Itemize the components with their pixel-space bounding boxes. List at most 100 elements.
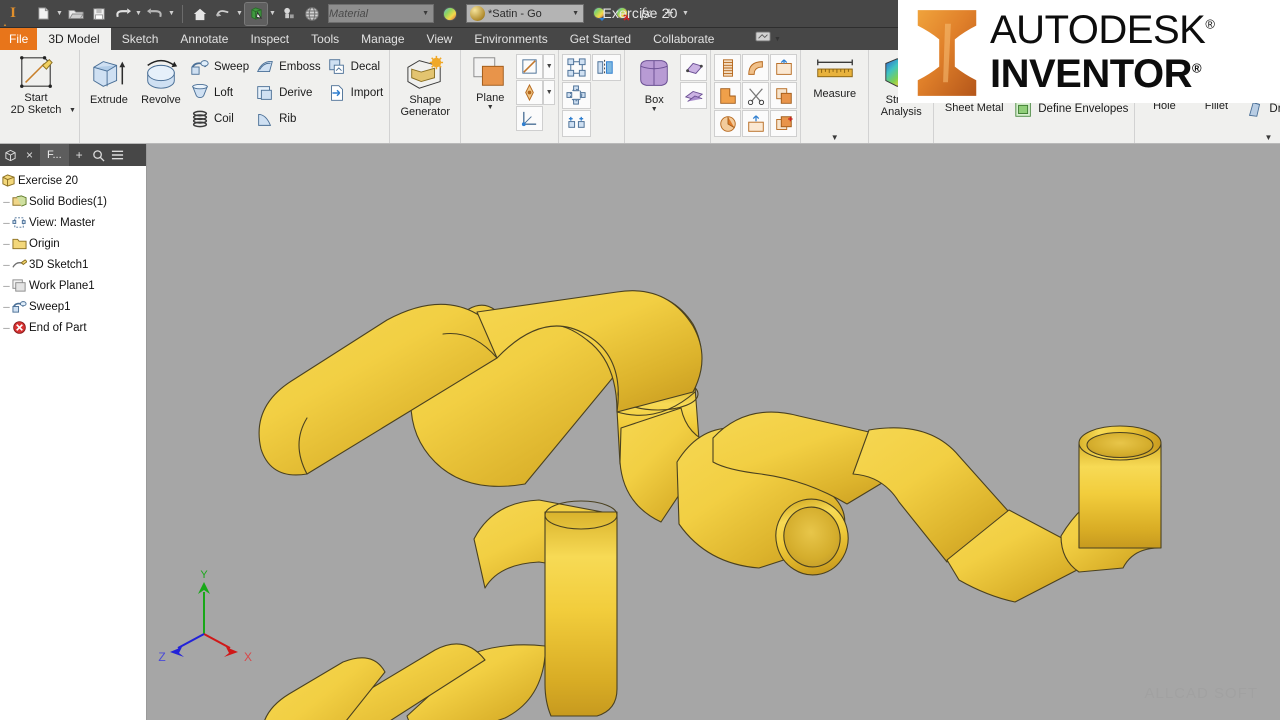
face-draft-button[interactable] [714, 82, 742, 109]
graphics-viewport[interactable]: Y X Z ALLCAD SOFT [147, 144, 1280, 720]
appearance-caret-icon[interactable]: ▼ [568, 10, 583, 17]
globe-icon[interactable] [301, 3, 323, 25]
browser-tab[interactable]: F... [40, 144, 69, 166]
thread-button[interactable] [714, 54, 742, 81]
work-point-caret-icon[interactable]: ▼ [543, 80, 556, 105]
tab-get-started[interactable]: Get Started [559, 28, 642, 50]
derive-button[interactable]: Derive [252, 80, 324, 105]
model-cube-icon[interactable] [2, 146, 19, 164]
tree-item-solid-bodies[interactable]: ─ Solid Bodies(1) [0, 191, 146, 212]
sketch-driven-pattern-button[interactable] [562, 110, 592, 137]
add-to-qat-icon[interactable]: + [658, 3, 680, 25]
ucs-button[interactable] [516, 106, 544, 131]
appearance-sphere-icon[interactable] [439, 3, 461, 25]
search-icon[interactable] [90, 146, 107, 164]
tree-item-exercise-20[interactable]: Exercise 20 [0, 170, 146, 191]
decal-button[interactable]: Decal [324, 54, 387, 79]
move-face-button[interactable] [742, 110, 770, 137]
swept-pipe-model[interactable]: Y X Z [147, 144, 1280, 720]
select-priority-icon[interactable] [278, 3, 300, 25]
ribbon-display-caret-icon[interactable]: ▼ [774, 36, 781, 43]
box-button[interactable]: Box ▼ [628, 52, 680, 113]
tree-item-end-of-part[interactable]: ─ End of Part [0, 317, 146, 338]
freeform-edit-button[interactable] [680, 82, 708, 109]
measure-button[interactable]: Measure [804, 52, 865, 100]
loft-button[interactable]: Loft [187, 80, 252, 105]
shell-button[interactable] [742, 54, 770, 81]
clear-appearance-icon[interactable] [612, 3, 634, 25]
tab-inspect[interactable]: Inspect [239, 28, 300, 50]
redo-caret-icon[interactable]: ▼ [167, 3, 176, 25]
hamburger-menu-icon[interactable] [109, 146, 126, 164]
tab-manage[interactable]: Manage [350, 28, 415, 50]
tab-collaborate[interactable]: Collaborate [642, 28, 725, 50]
rib-button[interactable]: Rib [252, 106, 324, 131]
plane-button[interactable]: Plane ▼ [464, 52, 516, 111]
tab-environments[interactable]: Environments [463, 28, 558, 50]
extrude-button[interactable]: Extrude [83, 52, 135, 106]
floppy-save-icon[interactable] [88, 3, 110, 25]
new-document-icon[interactable] [32, 3, 54, 25]
modify-grid [714, 52, 798, 137]
create-small-col-1: Sweep Loft Coil [187, 52, 252, 131]
measure-panel-caret-icon[interactable]: ▼ [831, 133, 839, 142]
tree-item-view-master[interactable]: ─ View: Master [0, 212, 146, 233]
tab-tools[interactable]: Tools [300, 28, 350, 50]
import-button[interactable]: Import [324, 80, 387, 105]
mirror-button[interactable] [592, 54, 622, 81]
update-green-box-icon[interactable] [244, 1, 268, 26]
tree-item-3d-sketch1[interactable]: ─ 3D Sketch1 [0, 254, 146, 275]
tab-3d-model[interactable]: 3D Model [37, 28, 111, 50]
rectangular-pattern-button[interactable] [562, 54, 592, 81]
undo-arrow-icon[interactable] [111, 3, 133, 25]
qat-overflow-caret-icon[interactable]: ▼ [681, 3, 690, 25]
start-2d-sketch-button[interactable]: Start 2D Sketch [3, 52, 69, 116]
redo-arrow-icon[interactable] [144, 3, 166, 25]
sweep-button[interactable]: Sweep [187, 54, 252, 79]
tab-annotate[interactable]: Annotate [169, 28, 239, 50]
freeform-face-button[interactable] [680, 54, 708, 81]
shape-generator-button[interactable]: Shape Generator [393, 52, 457, 118]
revolve-button[interactable]: Revolve [135, 52, 187, 106]
tree-item-origin[interactable]: ─ Origin [0, 233, 146, 254]
open-folder-icon[interactable] [65, 3, 87, 25]
direct-edit-button[interactable] [770, 54, 798, 81]
modify-panel-caret-icon[interactable]: ▼ [1264, 133, 1272, 142]
tree-connector: ─ [3, 238, 10, 249]
tree-item-work-plane1[interactable]: ─ Work Plane1 [0, 275, 146, 296]
home-icon[interactable] [189, 3, 211, 25]
work-axis-caret-icon[interactable]: ▼ [543, 54, 556, 79]
appearance-dropdown[interactable]: *Satin - Go ▼ [466, 4, 584, 23]
delete-face-button[interactable] [714, 110, 742, 137]
work-axis-button[interactable] [516, 54, 544, 79]
return-icon[interactable] [212, 3, 234, 25]
new-document-caret-icon[interactable]: ▼ [55, 3, 64, 25]
work-axis-row: ▼ [516, 54, 556, 79]
split-button[interactable] [742, 82, 770, 109]
copy-object-button[interactable] [770, 110, 798, 137]
material-caret-icon[interactable]: ▼ [418, 10, 433, 17]
plane-caret-icon[interactable]: ▼ [487, 104, 494, 111]
circular-pattern-button[interactable] [562, 82, 592, 109]
return-caret-icon[interactable]: ▼ [235, 3, 244, 25]
combine-button[interactable] [770, 82, 798, 109]
tab-view[interactable]: View [416, 28, 464, 50]
update-caret-icon[interactable]: ▼ [268, 3, 277, 25]
undo-caret-icon[interactable]: ▼ [134, 3, 143, 25]
work-point-button[interactable] [516, 80, 544, 105]
3d-sketch-icon [11, 257, 27, 273]
coil-label: Coil [213, 112, 234, 125]
adjust-appearance-icon[interactable] [589, 3, 611, 25]
material-dropdown[interactable]: Material ▼ [328, 4, 434, 23]
coil-button[interactable]: Coil [187, 106, 252, 131]
add-icon[interactable]: + [71, 146, 88, 164]
close-icon[interactable]: × [21, 146, 38, 164]
tab-sketch[interactable]: Sketch [111, 28, 170, 50]
tree-item-sweep1[interactable]: ─ Sweep1 [0, 296, 146, 317]
parameters-fx-icon[interactable]: fx [635, 3, 657, 25]
box-caret-icon[interactable]: ▼ [651, 106, 658, 113]
ribbon-display-icon[interactable] [755, 30, 771, 48]
emboss-button[interactable]: Emboss [252, 54, 324, 79]
tab-file[interactable]: File [0, 28, 38, 50]
start-2d-sketch-caret-icon[interactable]: ▼ [69, 107, 76, 114]
